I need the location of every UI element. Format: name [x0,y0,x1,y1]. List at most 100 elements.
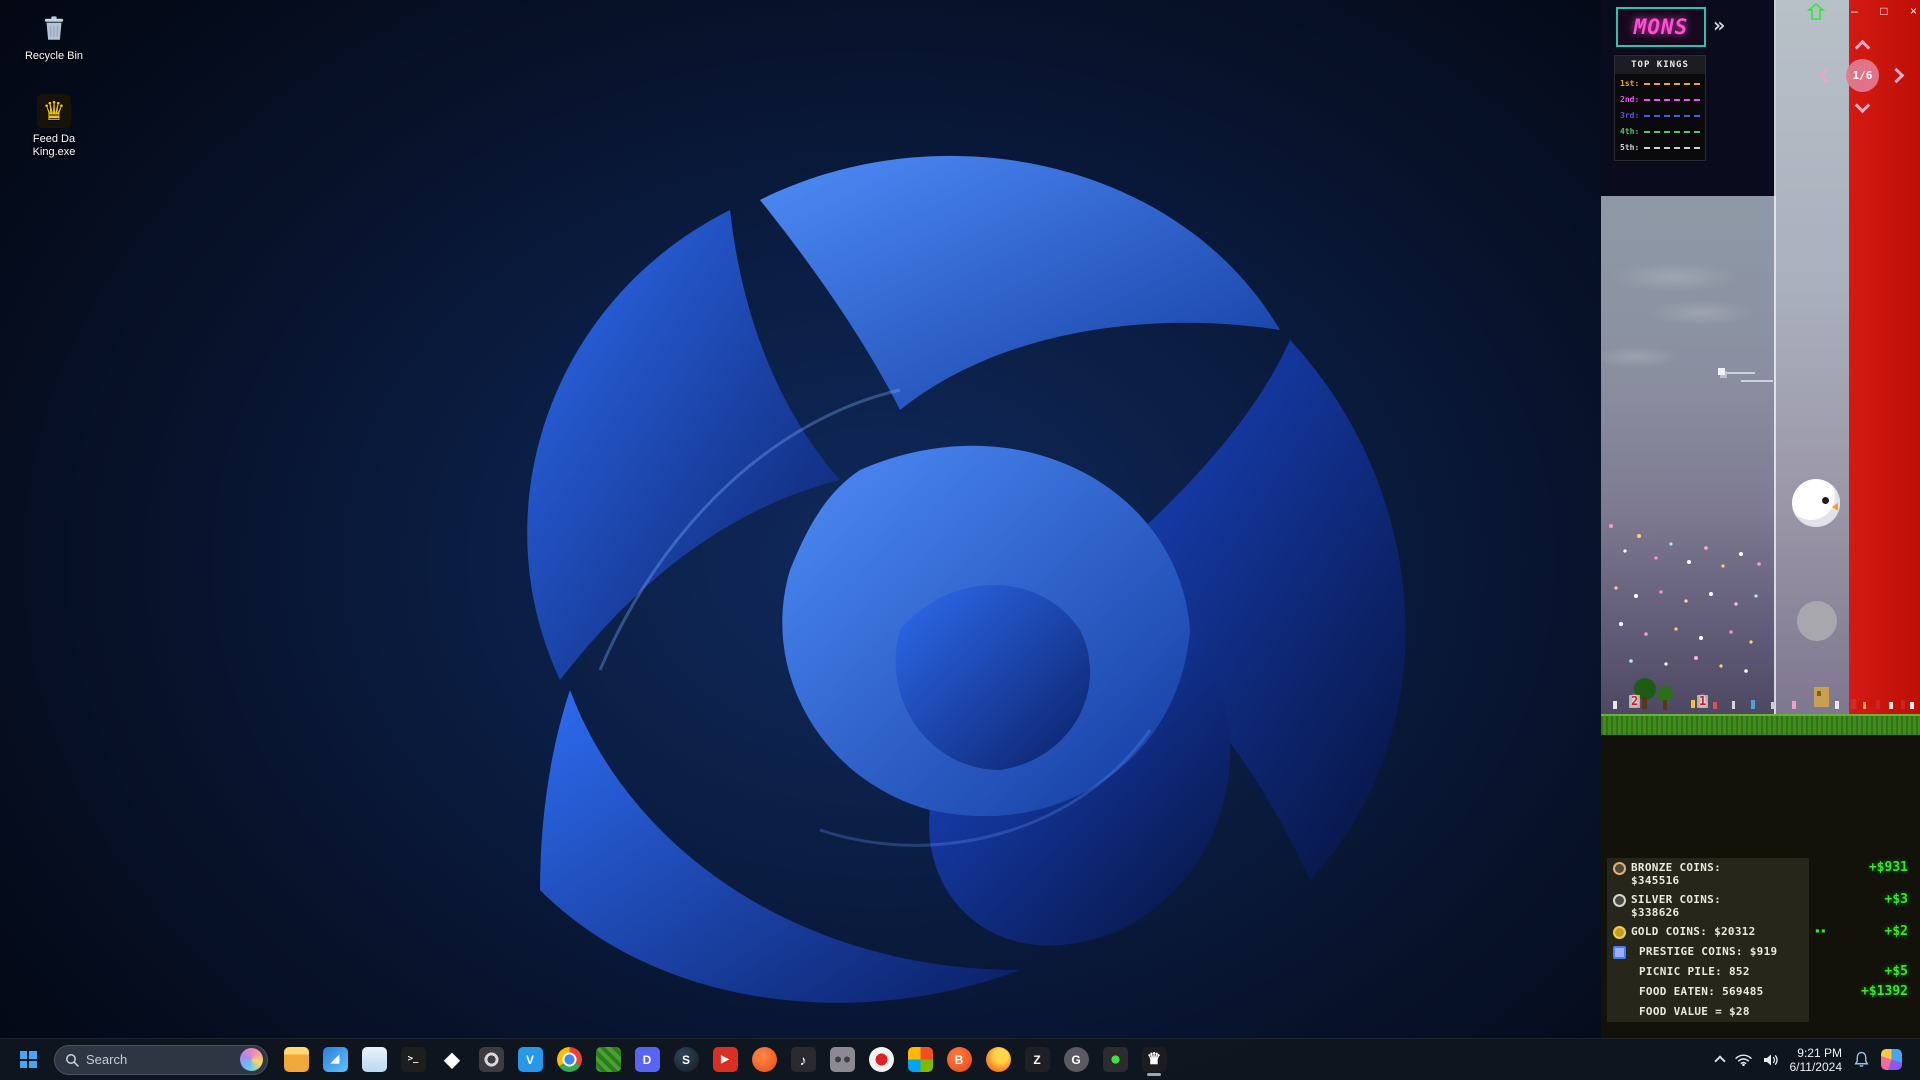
taskbar-app[interactable]: ◢ [317,1043,353,1077]
coin-icon [1613,946,1626,959]
taskbar-app-icon [478,1047,504,1072]
cloud [1647,300,1757,326]
taskbar-app[interactable]: D [629,1043,665,1077]
taskbar-app[interactable] [1097,1043,1133,1077]
stat-row: GOLD COINS: $20312 ▪▪ +$2 [1607,922,1920,942]
taskbar-app[interactable]: Z [1019,1043,1055,1077]
page-indicator: 1/6 [1846,59,1879,92]
search-input[interactable]: Search [54,1044,268,1075]
taskbar-app[interactable] [980,1043,1016,1077]
taskbar-app[interactable]: S [668,1043,704,1077]
fireworks-dots [1609,524,1761,673]
wifi-icon[interactable] [1734,1053,1752,1066]
taskbar-app[interactable] [356,1043,392,1077]
stat-row: SILVER COINS: $338626 +$3 [1607,890,1920,922]
leaderboard-row: 5th: [1615,138,1705,154]
taskbar-app-icon [985,1047,1011,1072]
copilot-icon[interactable] [240,1048,263,1071]
game-logo: MONS [1616,7,1706,47]
desktop-screen: Recycle Bin ♛ Feed Da King.exe – □ × 1/6… [0,0,1920,1080]
stat-delta: +$931 [1868,860,1908,875]
taskbar-app[interactable]: B [941,1043,977,1077]
hidden-icons-chevron[interactable] [1713,1055,1726,1067]
taskbar-app-icon: ◆ [444,1048,460,1071]
launch-arrow-icon[interactable] [1806,2,1826,22]
stat-row: BRONZE COINS: $345516 +$931 [1607,858,1920,890]
stat-label: BRONZE COINS: [1631,861,1721,874]
taskbar-app[interactable]: ◆ [434,1043,470,1077]
stat-label: GOLD COINS: $20312 [1631,925,1756,938]
gray-ball-sprite[interactable] [1797,601,1837,641]
recycle-bin-icon [36,10,72,46]
taskbar-app-icon: ◢ [322,1047,348,1072]
stat-left: FOOD VALUE = $28 [1607,1002,1809,1022]
stat-label: FOOD VALUE = $28 [1639,1005,1750,1018]
leaderboard-rank: 5th: [1620,143,1640,152]
taskbar-app[interactable] [746,1043,782,1077]
taskbar-app-icon: D [634,1047,660,1072]
taskbar-app-icon [868,1047,894,1072]
wave-marker: 1 [1697,694,1709,708]
tray-app-icon[interactable] [1881,1049,1902,1070]
taskbar-app[interactable] [863,1043,899,1077]
close-button[interactable]: × [1910,3,1917,19]
leaderboard-row: 3rd: [1615,106,1705,122]
stat-label: SILVER COINS: [1631,893,1721,906]
character-beak [1832,503,1838,511]
stat-left: PICNIC PILE: 852 [1607,962,1809,982]
stat-value: $338626 [1631,906,1680,919]
stat-left: PRESTIGE COINS: $919 [1607,942,1809,962]
taskbar-app[interactable]: G [1058,1043,1094,1077]
king-character[interactable] [1792,479,1840,527]
notification-bell-icon[interactable] [1853,1051,1870,1068]
taskbar-app[interactable]: >_ [395,1043,431,1077]
taskbar-app-icon: Z [1024,1047,1050,1072]
start-button[interactable] [8,1043,48,1077]
taskbar-app-icon: S [673,1047,699,1072]
stat-label: PRESTIGE COINS: $919 [1639,945,1778,958]
stat-label: FOOD EATEN: 569485 [1639,985,1764,998]
system-tray: 9:21 PM 6/11/2024 [1713,1046,1913,1074]
taskbar-left: Search ◢ >_ ◆ V D S ▶ ♪ B Z G ♛ [8,1043,1172,1077]
page-indicator-label: 1/6 [1852,69,1873,82]
leaderboard-rank: 3rd: [1620,111,1640,120]
tray-clock[interactable]: 9:21 PM 6/11/2024 [1790,1046,1843,1074]
coin-icon [1613,1006,1626,1019]
taskbar-app[interactable]: V [512,1043,548,1077]
desktop-icon-feed-da-king[interactable]: ♛ Feed Da King.exe [8,93,100,159]
coin-icon [1613,894,1626,907]
volume-icon[interactable] [1763,1053,1779,1067]
taskbar-app[interactable]: ♛ [1136,1043,1172,1077]
crowd-sprites [1613,678,1914,710]
cloud [1601,346,1681,368]
leaderboard-dash-line [1644,98,1700,101]
maximize-button[interactable]: □ [1880,3,1887,19]
taskbar-apps: ◢ >_ ◆ V D S ▶ ♪ B Z G ♛ [278,1043,1172,1077]
minimize-button[interactable]: – [1851,3,1858,19]
coin-icon [1613,966,1626,979]
stat-value: $345516 [1631,874,1680,887]
taskbar-app-icon: V [517,1047,543,1072]
wave-marker: 2 [1629,694,1641,708]
leaderboard-panel: TOP KINGS 1st: 2nd: 3rd: 4th: 5th: [1614,55,1706,161]
taskbar-app[interactable]: ♪ [785,1043,821,1077]
contrail [1741,380,1773,382]
taskbar-app[interactable] [278,1043,314,1077]
taskbar-app-icon: G [1063,1047,1089,1072]
leaderboard-rank: 2nd: [1620,95,1640,104]
taskbar-app[interactable]: ▶ [707,1043,743,1077]
coin-icon [1613,986,1626,999]
taskbar-app[interactable] [473,1043,509,1077]
taskbar-app-icon [751,1047,777,1072]
leaderboard-rank: 1st: [1620,79,1640,88]
taskbar: Search ◢ >_ ◆ V D S ▶ ♪ B Z G ♛ 9:21 PM … [0,1038,1920,1080]
logo-expand-chevrons[interactable]: » [1713,13,1725,37]
taskbar-app[interactable] [551,1043,587,1077]
taskbar-app-icon [556,1047,582,1072]
taskbar-app[interactable] [590,1043,626,1077]
coin-icon [1613,862,1626,875]
desktop-icon-recycle-bin[interactable]: Recycle Bin [8,10,100,63]
taskbar-app[interactable] [902,1043,938,1077]
taskbar-app[interactable] [824,1043,860,1077]
leaderboard-row: 4th: [1615,122,1705,138]
